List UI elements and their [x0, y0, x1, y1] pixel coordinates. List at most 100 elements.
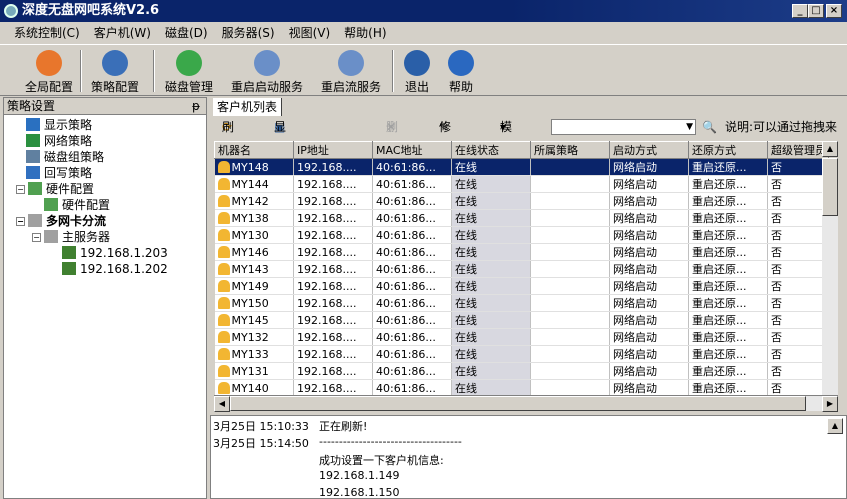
table-row[interactable]: MY150 192.168.... 40:61:86... 在线 网络启动 重启还原...… [214, 294, 829, 312]
cell-text: 在线 [455, 263, 477, 276]
menu-item-5[interactable]: 帮助(H) [344, 22, 386, 45]
table-cell: 40:61:86... [372, 328, 452, 346]
toolbar-button-0[interactable]: 全局配置 [22, 48, 76, 95]
table-cell: 在线 [451, 294, 531, 312]
cell-text: 40:61:86... [376, 381, 436, 395]
table-cell: 否 [767, 175, 829, 193]
table-row[interactable]: MY142 192.168.... 40:61:86... 在线 网络启动 重启还原...… [214, 192, 829, 210]
log-scroll-up-button[interactable]: ▲ [827, 418, 843, 434]
scroll-left-button[interactable]: ◀ [214, 396, 230, 412]
h-scroll-thumb[interactable] [230, 396, 806, 411]
cell-text: 网络启动 [613, 212, 657, 225]
horizontal-scrollbar[interactable]: ◀ ▶ [214, 395, 838, 412]
table-row[interactable]: MY146 192.168.... 40:61:86... 在线 网络启动 重启还原...… [214, 243, 829, 261]
column-header[interactable]: MAC地址 [372, 141, 452, 159]
table-row[interactable]: MY132 192.168.... 40:61:86... 在线 网络启动 重启还原...… [214, 328, 829, 346]
cell-text: MY132 [231, 330, 269, 344]
table-cell: 192.168.... [293, 158, 373, 176]
mode-dropdown[interactable]: 模式 ▾ [500, 116, 512, 157]
cell-text: 否 [771, 263, 782, 276]
client-icon [217, 381, 230, 394]
toolbar-button-2[interactable]: 磁盘管理 [162, 48, 216, 95]
cell-text: 192.168.... [297, 177, 357, 191]
tree-node[interactable]: 硬件配置 [44, 197, 110, 213]
table-row[interactable]: MY145 192.168.... 40:61:86... 在线 网络启动 重启还原...… [214, 311, 829, 329]
table-cell [530, 260, 610, 278]
table-cell: MY140 [214, 379, 294, 397]
table-cell: 重启还原... [688, 192, 768, 210]
table-cell: 否 [767, 192, 829, 210]
menu-item-4[interactable]: 视图(V) [289, 22, 331, 45]
maximize-button[interactable]: □ [808, 4, 824, 18]
column-header[interactable]: 启动方式 [609, 141, 689, 159]
column-header[interactable]: 所属策略 [530, 141, 610, 159]
table-row[interactable]: MY148 192.168.... 40:61:86... 在线 网络启动 重启还原...… [214, 158, 829, 176]
table-row[interactable]: MY131 192.168.... 40:61:86... 在线 网络启动 重启还原...… [214, 362, 829, 380]
cell-text: 40:61:86... [376, 245, 436, 259]
cell-text: MY144 [231, 177, 269, 191]
scroll-thumb[interactable] [822, 158, 838, 216]
toolbar-label: 退出 [404, 80, 429, 94]
table-row[interactable]: MY144 192.168.... 40:61:86... 在线 网络启动 重启还原...… [214, 175, 829, 193]
tree-node-label: 网络策略 [44, 134, 93, 148]
tree-node[interactable]: − 主服务器 [32, 229, 110, 245]
tree-node[interactable]: 网络策略 [26, 133, 92, 149]
tree-node[interactable]: 磁盘组策略 [26, 149, 104, 165]
menu-item-2[interactable]: 磁盘(D) [165, 22, 208, 45]
table-cell: 40:61:86... [372, 379, 452, 397]
cell-text: 否 [771, 280, 782, 293]
column-header[interactable]: 机器名 [214, 141, 294, 159]
toolbar-button-5[interactable]: 退出 [402, 48, 432, 95]
tree-node[interactable]: 192.168.1.202 [62, 261, 168, 277]
cell-text: 否 [771, 297, 782, 310]
menu-item-1[interactable]: 客户机(W) [94, 22, 151, 45]
collapse-icon[interactable]: − [16, 185, 25, 194]
table-row[interactable]: MY149 192.168.... 40:61:86... 在线 网络启动 重启还原...… [214, 277, 829, 295]
tree-node-icon [28, 214, 42, 227]
table-cell: 40:61:86... [372, 209, 452, 227]
tab-client-list[interactable]: 客户机列表 [213, 98, 283, 116]
tree-node-label: 回写策略 [44, 166, 93, 180]
table-cell: 否 [767, 226, 829, 244]
table-cell: 在线 [451, 345, 531, 363]
table-row[interactable]: MY138 192.168.... 40:61:86... 在线 网络启动 重启还原...… [214, 209, 829, 227]
menu-item-0[interactable]: 系统控制(C) [14, 22, 80, 45]
column-header[interactable]: 超级管理员 [767, 141, 829, 159]
menu-item-3[interactable]: 服务器(S) [222, 22, 275, 45]
table-row[interactable]: MY143 192.168.... 40:61:86... 在线 网络启动 重启还原...… [214, 260, 829, 278]
table-cell: 重启还原... [688, 294, 768, 312]
tree-node[interactable]: 回写策略 [26, 165, 92, 181]
tree-node[interactable]: 显示策略 [26, 117, 92, 133]
toolbar-button-1[interactable]: 策略配置 [88, 48, 142, 95]
table-cell: 192.168.... [293, 192, 373, 210]
toolbar-button-4[interactable]: 重启流服务 [318, 48, 384, 95]
column-header[interactable]: IP地址 [293, 141, 373, 159]
collapse-icon[interactable]: − [32, 233, 41, 242]
table-cell: 在线 [451, 192, 531, 210]
scroll-up-button[interactable]: ▲ [822, 141, 838, 157]
tree-node[interactable]: − 硬件配置 [16, 181, 94, 197]
pin-icon[interactable]: ᵽ [192, 98, 200, 115]
vertical-scrollbar[interactable]: ▲ ▼ [822, 141, 838, 412]
tree-node[interactable]: 192.168.1.203 [62, 245, 168, 261]
cell-text: MY148 [231, 160, 269, 174]
cell-text: MY145 [231, 313, 269, 327]
table-cell: 40:61:86... [372, 311, 452, 329]
toolbar-button-6[interactable]: 帮助 [446, 48, 476, 95]
table-cell: MY131 [214, 362, 294, 380]
toolbar-button-3[interactable]: 重启启动服务 [228, 48, 306, 95]
column-header[interactable]: 还原方式 [688, 141, 768, 159]
search-combo[interactable]: ▼ [551, 119, 696, 135]
tree-node[interactable]: − 多网卡分流 [16, 213, 106, 229]
table-row[interactable]: MY140 192.168.... 40:61:86... 在线 网络启动 重启还原...… [214, 379, 829, 397]
minimize-button[interactable]: _ [792, 4, 808, 18]
scroll-right-button[interactable]: ▶ [822, 396, 838, 412]
table-row[interactable]: MY133 192.168.... 40:61:86... 在线 网络启动 重启还原...… [214, 345, 829, 363]
table-row[interactable]: MY130 192.168.... 40:61:86... 在线 网络启动 重启还原...… [214, 226, 829, 244]
column-header[interactable]: 在线状态 [451, 141, 531, 159]
table-cell: 网络启动 [609, 345, 689, 363]
close-button[interactable]: × [826, 4, 842, 18]
collapse-icon[interactable]: − [16, 217, 25, 226]
table-cell: 在线 [451, 362, 531, 380]
table-cell [530, 192, 610, 210]
